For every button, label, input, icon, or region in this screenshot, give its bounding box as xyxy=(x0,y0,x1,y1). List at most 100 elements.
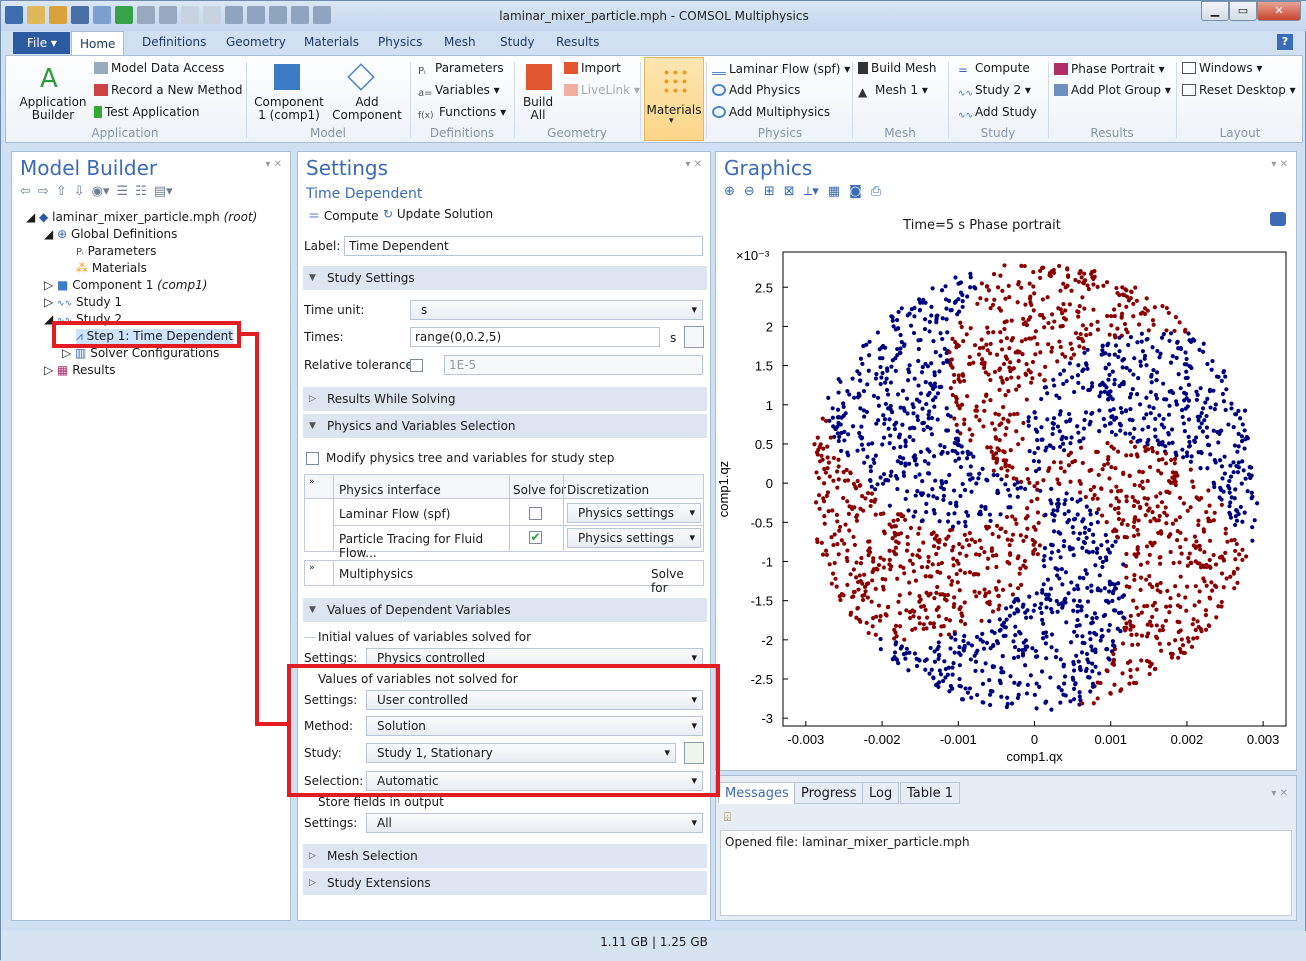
tab-study[interactable]: Study xyxy=(500,35,535,49)
phase-portrait-button[interactable]: Phase Portrait ▾ xyxy=(1054,62,1165,76)
minimize-button[interactable]: ▁ xyxy=(1201,1,1229,21)
tab-physics[interactable]: Physics xyxy=(378,35,422,49)
particle-point xyxy=(867,339,872,344)
application-builder-button[interactable]: Application Builder xyxy=(18,96,88,122)
back-icon[interactable]: ⇦ xyxy=(20,184,31,199)
collapse-all-icon[interactable]: ☰ xyxy=(117,184,129,199)
windows-button[interactable]: Windows ▾ xyxy=(1182,61,1262,75)
camera-icon[interactable]: ◙ xyxy=(849,184,862,199)
tree-node-materials[interactable]: ⁂ Materials xyxy=(76,261,147,275)
model-data-access-button[interactable]: Model Data Access xyxy=(94,61,224,75)
zoom-box-icon[interactable]: ⊞ xyxy=(764,184,775,199)
tab-home[interactable]: Home xyxy=(71,31,125,56)
tab-progress[interactable]: Progress xyxy=(794,782,864,804)
section-mesh-selection[interactable]: ▷ Mesh Selection xyxy=(303,844,707,868)
tree-node-parameters[interactable]: Pᵢ Parameters xyxy=(76,244,156,258)
solve-for-particle-checkbox[interactable]: ✔ xyxy=(529,531,542,544)
show-icon[interactable]: ◉▾ xyxy=(92,184,110,199)
modify-tree-checkbox[interactable] xyxy=(306,452,319,465)
tree-node-results[interactable]: ▷ ▦ Results xyxy=(44,363,116,377)
play-animation-icon[interactable] xyxy=(1270,212,1286,226)
store-settings-select[interactable]: All xyxy=(366,813,703,833)
axes-icon[interactable]: ⟂▾ xyxy=(804,184,819,199)
functions-button[interactable]: f(x) Functions ▾ xyxy=(418,105,506,123)
build-mesh-button[interactable]: Build Mesh xyxy=(858,61,937,75)
particle-point xyxy=(1184,453,1190,458)
section-study-extensions[interactable]: ▷ Study Extensions xyxy=(303,871,707,895)
particle-point xyxy=(1041,478,1046,483)
record-method-button[interactable]: Record a New Method xyxy=(94,83,242,97)
time-unit-select[interactable]: s xyxy=(410,300,703,320)
tab-definitions[interactable]: Definitions xyxy=(142,35,206,49)
tab-mesh[interactable]: Mesh xyxy=(444,35,476,49)
tab-geometry[interactable]: Geometry xyxy=(226,35,286,49)
close-button[interactable]: ✕ xyxy=(1257,1,1301,21)
table-row-laminar-flow[interactable]: Laminar Flow (spf) xyxy=(339,507,450,521)
phase-portrait-plot[interactable]: -0.003 -0.002 -0.001 0 0.001 0.002 0.0032.521.… xyxy=(716,242,1296,772)
section-values-dependent-variables[interactable]: ▼ Values of Dependent Variables xyxy=(303,598,707,622)
section-results-while-solving[interactable]: ▷ Results While Solving xyxy=(303,387,707,411)
solve-for-laminar-checkbox[interactable] xyxy=(529,507,542,520)
discretization-select-particle[interactable]: Physics settings xyxy=(567,528,701,548)
times-input[interactable]: range(0,0.2,5) xyxy=(410,327,660,347)
zoom-out-icon[interactable]: ⊖ xyxy=(744,184,755,199)
table-row-particle-tracing[interactable]: Particle Tracing for Fluid Flow... xyxy=(339,532,509,560)
range-icon[interactable] xyxy=(684,326,704,348)
grid-icon[interactable]: ▦ xyxy=(828,184,840,199)
graphics-pin-icon[interactable]: ▾ ✕ xyxy=(1271,159,1288,170)
messages-pin-icon[interactable]: ▾ ✕ xyxy=(1271,788,1288,799)
tab-materials[interactable]: Materials xyxy=(304,35,359,49)
reset-desktop-button[interactable]: Reset Desktop ▾ xyxy=(1182,83,1296,97)
move-up-icon[interactable]: ⇧ xyxy=(56,184,67,199)
add-plot-group-button[interactable]: Add Plot Group ▾ xyxy=(1054,83,1171,97)
variables-button[interactable]: a= Variables ▾ xyxy=(418,83,500,100)
zoom-in-icon[interactable]: ⊕ xyxy=(724,184,735,199)
section-study-settings[interactable]: ▼ Study Settings xyxy=(303,266,707,290)
laminar-flow-button[interactable]: Laminar Flow (spf) ▾ xyxy=(712,62,850,76)
parameters-button[interactable]: Pᵢ Parameters xyxy=(418,61,504,78)
study2-button[interactable]: ∿∿ Study 2 ▾ xyxy=(958,83,1031,101)
label-input[interactable]: Time Dependent xyxy=(344,236,703,256)
component-button[interactable]: Component 1 (comp1) xyxy=(252,96,326,122)
tab-messages[interactable]: Messages xyxy=(718,782,796,804)
tree-node-solver-configurations[interactable]: ▷ ▥ Solver Configurations xyxy=(62,346,219,360)
tab-table1[interactable]: Table 1 xyxy=(900,782,961,804)
materials-button[interactable]: Materials ▾ xyxy=(644,57,704,141)
tree-node-study1[interactable]: ▷ ∿∿ Study 1 xyxy=(44,295,122,309)
move-down-icon[interactable]: ⇩ xyxy=(74,184,85,199)
maximize-button[interactable]: ▭ xyxy=(1229,1,1257,21)
settings-compute-button[interactable]: ＝ Compute xyxy=(308,207,379,224)
tree-node-component1[interactable]: ▷ ■ Component 1 (comp1) xyxy=(44,278,207,292)
forward-icon[interactable]: ⇨ xyxy=(38,184,49,199)
pin-icon[interactable]: ▾ ✕ xyxy=(265,159,282,170)
tab-results[interactable]: Results xyxy=(556,35,599,49)
zoom-extents-icon[interactable]: ⊠ xyxy=(784,184,795,199)
tree-node-global-definitions[interactable]: ◢ ⊕ Global Definitions xyxy=(44,227,177,241)
view-options-icon[interactable]: ▤▾ xyxy=(154,184,173,199)
mesh1-button[interactable]: ▲ Mesh 1 ▾ xyxy=(858,83,928,99)
reltol-checkbox[interactable] xyxy=(410,359,423,372)
import-button[interactable]: Import xyxy=(564,61,621,75)
add-study-button[interactable]: ∿∿ Add Study xyxy=(958,105,1037,123)
particle-point xyxy=(919,565,925,570)
expand-all-icon[interactable]: ☷ xyxy=(135,184,147,199)
add-physics-button[interactable]: Add Physics xyxy=(712,83,800,97)
update-solution-button[interactable]: ↻ Update Solution xyxy=(383,207,493,221)
help-button[interactable]: ? xyxy=(1277,34,1293,50)
reltol-input[interactable]: 1E-5 xyxy=(444,355,703,375)
settings-pin-icon[interactable]: ▾ ✕ xyxy=(685,159,702,170)
section-physics-variables-selection[interactable]: ▼ Physics and Variables Selection xyxy=(303,414,707,438)
add-component-button[interactable]: Add Component xyxy=(328,96,406,122)
particle-point xyxy=(1009,604,1014,609)
file-menu-button[interactable]: File ▾ xyxy=(13,32,70,54)
add-multiphysics-button[interactable]: Add Multiphysics xyxy=(712,105,830,119)
livelink-button[interactable]: LiveLink ▾ xyxy=(564,83,640,97)
build-all-button[interactable]: Build All xyxy=(516,96,560,122)
print-icon[interactable]: ⎙ xyxy=(871,184,881,199)
test-application-button[interactable]: Test Application xyxy=(94,105,200,119)
compute-button[interactable]: = Compute xyxy=(958,61,1030,77)
tree-node-root[interactable]: ◢ ◆ laminar_mixer_particle.mph (root) xyxy=(26,210,257,224)
discretization-select-laminar[interactable]: Physics settings xyxy=(567,503,701,523)
tab-log[interactable]: Log xyxy=(862,782,900,804)
clear-messages-icon[interactable]: ⌹ xyxy=(724,810,731,825)
